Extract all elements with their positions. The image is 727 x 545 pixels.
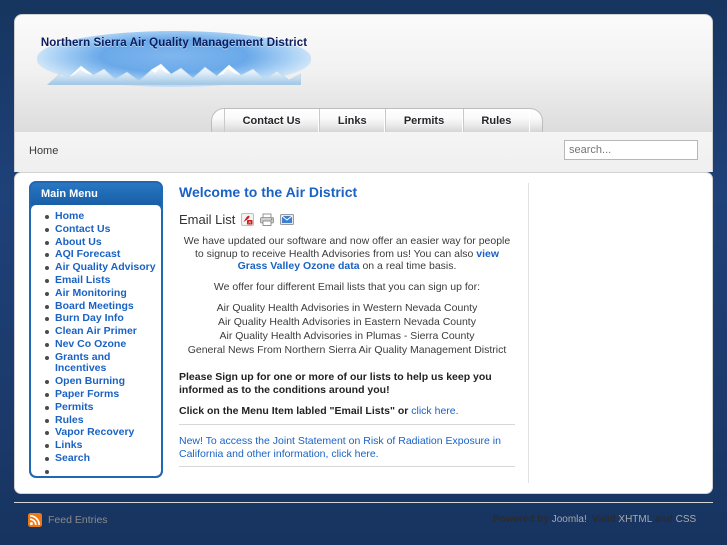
signup-call-to-action: Please Sign up for one or more of our li…: [179, 371, 492, 396]
list-item[interactable]: Email Lists: [39, 274, 161, 287]
menu-instruction-text: Click on the Menu Item labled "Email Lis…: [179, 405, 412, 417]
logo-title: Northern Sierra Air Quality Management D…: [40, 37, 308, 49]
sidebar-item-about-us[interactable]: About Us: [55, 236, 102, 248]
list-item[interactable]: Air Quality Advisory: [39, 261, 161, 274]
nav-item-contact-us[interactable]: Contact Us: [224, 109, 320, 132]
list-item[interactable]: Links: [39, 439, 161, 452]
and-label: and: [652, 514, 676, 525]
module-title: Main Menu: [31, 183, 161, 205]
list-item[interactable]: Clean Air Primer: [39, 325, 161, 338]
sidebar-item-paper-forms[interactable]: Paper Forms: [55, 388, 119, 400]
sidebar-item-clean-air-primer[interactable]: Clean Air Primer: [55, 325, 137, 337]
list-item: General News From Northern Sierra Air Qu…: [187, 344, 507, 356]
page-shell: Northern Sierra Air Quality Management D…: [14, 14, 713, 531]
snowy-mountains-logo-icon: [47, 63, 301, 85]
sidebar-item-board-meetings[interactable]: Board Meetings: [55, 300, 134, 312]
sidebar-item-links[interactable]: Links: [55, 439, 82, 451]
sidebar-item-vapor-recovery[interactable]: Vapor Recovery: [55, 426, 134, 439]
sidebar-item-air-quality-advisory[interactable]: Air Quality Advisory: [55, 261, 156, 273]
feed-entries-label: Feed Entries: [48, 514, 108, 526]
valid-label: Valid: [592, 514, 619, 525]
main-menu-list: Home Contact Us About Us AQI Forecast Ai…: [31, 210, 161, 474]
feed-entries[interactable]: Feed Entries: [28, 513, 108, 527]
module-main-menu: Main Menu Home Contact Us About Us AQI F…: [29, 181, 163, 478]
sidebar-item-open-burning[interactable]: Open Burning: [55, 375, 125, 387]
sidebar-item-aqi-forecast[interactable]: AQI Forecast: [55, 248, 120, 261]
list-item[interactable]: Nev Co Ozone: [39, 338, 161, 351]
sidebar-item-grants-and-incentives[interactable]: Grants and Incentives: [55, 351, 110, 375]
content-card: Main Menu Home Contact Us About Us AQI F…: [14, 172, 713, 494]
nav-item-links[interactable]: Links: [319, 109, 386, 132]
list-item[interactable]: Permits: [39, 401, 161, 414]
divider-top: [179, 424, 515, 425]
list-item[interactable]: Burn Day Info: [39, 313, 161, 325]
list-item[interactable]: Grants and Incentives: [39, 351, 161, 375]
sidebar-item-permits[interactable]: Permits: [55, 401, 94, 413]
menu-instruction: Click on the Menu Item labled "Email Lis…: [179, 405, 515, 418]
css-link[interactable]: CSS: [676, 514, 697, 525]
footer-credits: Powered by Joomla!. Valid XHTML and CSS.: [493, 514, 699, 525]
joomla-link[interactable]: Joomla!: [552, 514, 587, 525]
sidebar-item-rules[interactable]: Rules: [55, 414, 84, 426]
nav-left-cap: [212, 109, 224, 132]
breadcrumb[interactable]: Home: [29, 145, 58, 157]
list-item: Air Quality Health Advisories in Plumas …: [219, 330, 475, 342]
nav-item-permits[interactable]: Permits: [385, 109, 463, 132]
sidebar-item-search[interactable]: Search: [55, 452, 90, 464]
sidebar-item-home[interactable]: Home: [55, 210, 84, 222]
sidebar-item-contact-us[interactable]: Contact Us: [55, 223, 110, 235]
list-item[interactable]: Board Meetings: [39, 300, 161, 313]
list-item: Air Quality Health Advisories in Western…: [216, 302, 478, 314]
sidebar-item-burn-day-info[interactable]: Burn Day Info: [55, 312, 124, 325]
nav-item-rules[interactable]: Rules: [462, 109, 530, 132]
email-icon[interactable]: [280, 214, 295, 225]
email-list-items: Air Quality Health Advisories in Western…: [179, 301, 515, 357]
sidebar-item-email-lists[interactable]: Email Lists: [55, 274, 110, 286]
intro-text-part1: We have updated our software and now off…: [183, 235, 511, 260]
article: Welcome to the Air District Email List A: [179, 181, 515, 477]
sidebar: Main Menu Home Contact Us About Us AQI F…: [29, 181, 163, 478]
sidebar-item-nev-co-ozone[interactable]: Nev Co Ozone: [55, 338, 126, 350]
radiation-exposure-link[interactable]: New! To access the Joint Statement on Ri…: [179, 435, 515, 460]
print-icon[interactable]: [260, 213, 275, 226]
footer-inner: Feed Entries Powered by Joomla!. Valid X…: [14, 502, 713, 531]
offer-line: We offer four different Email lists that…: [213, 280, 481, 293]
nav-right-cap: [530, 109, 542, 132]
module-body: Home Contact Us About Us AQI Forecast Ai…: [31, 205, 161, 476]
list-item[interactable]: Search: [39, 452, 161, 465]
article-subtitle-row: Email List A: [179, 212, 515, 227]
search-input[interactable]: [564, 140, 698, 160]
list-item[interactable]: Home: [39, 210, 161, 223]
list-item[interactable]: Open Burning: [39, 375, 161, 388]
breadcrumb-search-strip: Home: [14, 132, 713, 172]
svg-text:A: A: [249, 220, 252, 225]
list-item[interactable]: Air Monitoring: [39, 287, 161, 300]
powered-by-label: Powered by: [492, 514, 552, 525]
intro-text-part2: on a real time basis.: [359, 260, 457, 272]
xhtml-link[interactable]: XHTML: [618, 514, 652, 525]
content-vertical-divider: [528, 183, 529, 483]
article-subtitle: Email List: [179, 212, 236, 227]
pdf-icon[interactable]: A: [241, 213, 255, 226]
divider-bottom: [179, 466, 515, 467]
site-logo[interactable]: Northern Sierra Air Quality Management D…: [29, 29, 319, 91]
list-item[interactable]: Rules: [39, 414, 161, 427]
list-item[interactable]: AQI Forecast: [39, 249, 161, 261]
main-navigation: Contact Us Links Permits Rules: [211, 108, 543, 132]
sidebar-item-air-monitoring[interactable]: Air Monitoring: [55, 287, 127, 299]
footer-period: .: [696, 514, 699, 525]
site-header: Northern Sierra Air Quality Management D…: [14, 14, 713, 132]
list-item[interactable]: Contact Us: [39, 223, 161, 236]
list-item[interactable]: About Us: [39, 236, 161, 249]
site-footer: Feed Entries Powered by Joomla!. Valid X…: [14, 494, 713, 531]
intro-paragraph: We have updated our software and now off…: [179, 235, 515, 273]
page-title: Welcome to the Air District: [179, 184, 358, 200]
email-lists-click-here-link[interactable]: click here.: [411, 405, 458, 417]
list-item: Air Quality Health Advisories in Eastern…: [218, 316, 476, 328]
list-item[interactable]: Paper Forms: [39, 388, 161, 401]
list-item[interactable]: Vapor Recovery: [39, 427, 161, 439]
rss-icon: [28, 513, 42, 527]
